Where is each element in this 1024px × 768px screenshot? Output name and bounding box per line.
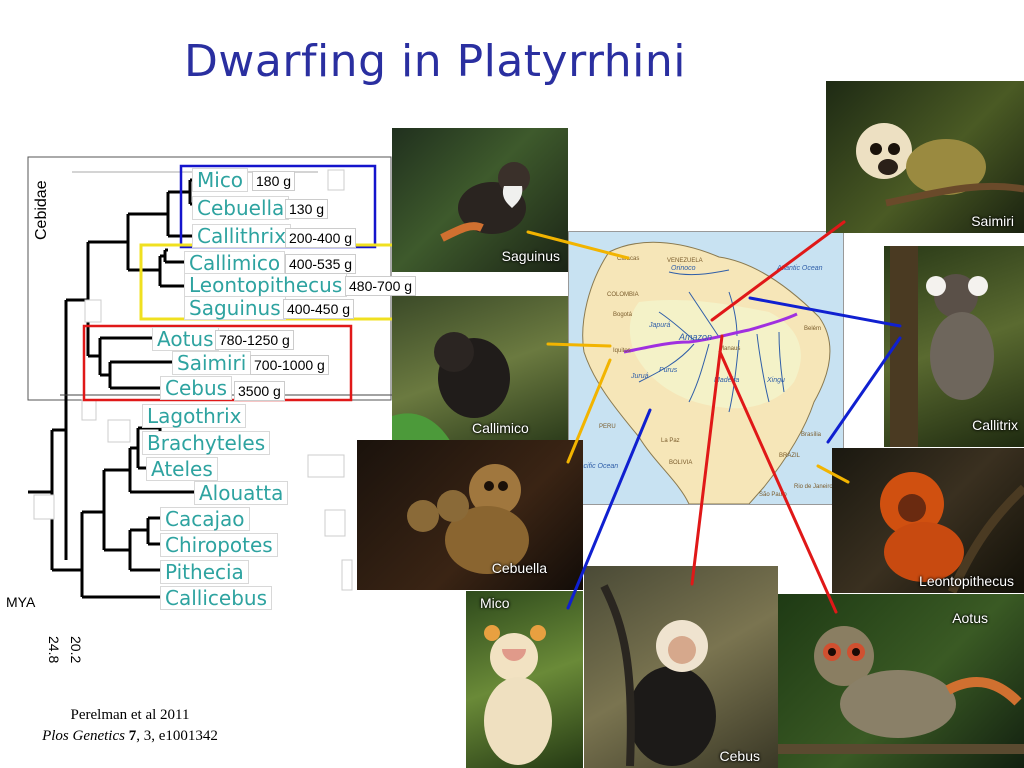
citation-journal-line: Plos Genetics 7, 3, e1001342 [0, 726, 260, 747]
map-label-riodejaneiro: Rio de Janeiro [794, 484, 833, 490]
map-label-purus: Purus [659, 367, 678, 374]
genus-label-callithrix: Callithrix [192, 224, 292, 248]
citation-rest: , 3, e1001342 [136, 728, 218, 744]
genus-label-callicebus: Callicebus [160, 586, 272, 610]
photo-label-cebus: Cebus [719, 748, 760, 764]
citation: Perelman et al 2011 Plos Genetics 7, 3, … [0, 705, 260, 747]
genus-label-cebuella: Cebuella [192, 196, 290, 220]
citation-journal: Plos Genetics [42, 728, 125, 744]
genus-label-cebus: Cebus [160, 376, 233, 400]
mico-figure [484, 625, 552, 765]
genus-label-saguinus: Saguinus [184, 296, 286, 320]
photo-label-saguinus: Saguinus [501, 248, 560, 264]
genus-label-saimiri: Saimiri [172, 351, 252, 375]
genus-label-alouatta: Alouatta [194, 481, 289, 505]
body-mass-leontopithecus: 480-700 g [345, 276, 417, 296]
body-mass-cebus: 3500 g [234, 381, 285, 401]
map-label-lapaz: La Paz [661, 438, 680, 444]
genus-label-brachyteles: Brachyteles [142, 431, 271, 455]
photo-callimico: Callimico [392, 296, 568, 444]
photo-callitrix: Callitrix [884, 246, 1024, 447]
photo-label-callitrix: Callitrix [972, 417, 1018, 433]
photo-cebus: Cebus [584, 566, 778, 768]
map-graphic: Caracas VENEZUELA COLOMBIA Bogotá PERU B… [575, 241, 833, 504]
map-label-venezuela: VENEZUELA [667, 258, 703, 264]
map-label-peru: PERU [599, 424, 616, 430]
body-mass-aotus: 780-1250 g [215, 330, 294, 350]
genus-label-callimico: Callimico [184, 251, 286, 275]
family-label: Cebidae [33, 180, 50, 240]
cebuella-figure [407, 464, 529, 574]
body-mass-callithrix: 200-400 g [285, 228, 357, 248]
genus-label-cacajao: Cacajao [160, 507, 250, 531]
photo-saimiri: Saimiri [826, 81, 1024, 233]
map-label-orinoco: Orinoco [671, 265, 696, 272]
photo-leontopithecus: Leontopithecus [832, 448, 1024, 593]
body-mass-mico: 180 g [252, 171, 296, 191]
map-label-saopaulo: São Paulo [759, 492, 787, 498]
map-label-amazon: Amazon [678, 332, 712, 342]
genus-label-aotus: Aotus [152, 327, 219, 351]
body-mass-callimico: 400-535 g [285, 254, 357, 274]
body-mass-saguinus: 400-450 g [283, 299, 355, 319]
genus-label-ateles: Ateles [146, 457, 218, 481]
map-label-belem: Belém [804, 326, 821, 332]
map-label-japura: Japurá [648, 322, 671, 329]
map-label-bogota: Bogotá [613, 312, 633, 318]
slide-title: Dwarfing in Platyrrhini [184, 36, 686, 87]
map-label-jurua: Juruá [630, 373, 649, 380]
scale-tick-24-8: 24.8 [46, 636, 62, 664]
cebus-figure [600, 584, 716, 767]
genus-label-lagothrix: Lagothrix [142, 404, 247, 428]
map-label-atlantic: Atlantic Ocean [776, 265, 823, 272]
photo-saguinus: Saguinus [392, 128, 568, 272]
map-label-xingu: Xingu [766, 377, 785, 384]
photo-label-aotus: Aotus [952, 610, 988, 626]
photo-label-callimico: Callimico [472, 420, 529, 436]
photo-label-leontopithecus: Leontopithecus [919, 573, 1014, 589]
map-label-colombia: COLOMBIA [607, 292, 639, 298]
photo-aotus: Aotus [778, 594, 1024, 768]
photo-cebuella: Cebuella [357, 440, 583, 590]
scale-label: MYA [6, 594, 36, 610]
body-mass-cebuella: 130 g [285, 199, 329, 219]
genus-label-chiropotes: Chiropotes [160, 533, 278, 557]
map-label-brazil: BRAZIL [779, 453, 801, 459]
citation-authors: Perelman et al 2011 [70, 707, 190, 723]
body-mass-saimiri: 700-1000 g [250, 355, 329, 375]
genus-label-pithecia: Pithecia [160, 560, 249, 584]
photo-label-saimiri: Saimiri [971, 213, 1014, 229]
map-label-brasilia: Brasília [801, 432, 822, 438]
map-label-caracas: Caracas [617, 256, 639, 262]
map-label-iquitos: Iquitos [613, 348, 631, 354]
leontopithecus-figure [880, 472, 1024, 593]
map-label-bolivia: BOLIVIA [669, 460, 692, 466]
genus-label-leontopithecus: Leontopithecus [184, 273, 348, 297]
photo-mico: Mico [466, 591, 583, 768]
photo-label-cebuella: Cebuella [491, 560, 547, 576]
genus-label-mico: Mico [192, 168, 249, 192]
scale-tick-20-2: 20.2 [68, 636, 84, 664]
photo-label-mico: Mico [480, 595, 510, 611]
map-label-madeira: Madeira [714, 377, 739, 384]
south-america-map: Caracas VENEZUELA COLOMBIA Bogotá PERU B… [568, 231, 844, 505]
saimiri-figure [856, 123, 1024, 207]
map-label-manaus: Manaus [719, 346, 740, 352]
